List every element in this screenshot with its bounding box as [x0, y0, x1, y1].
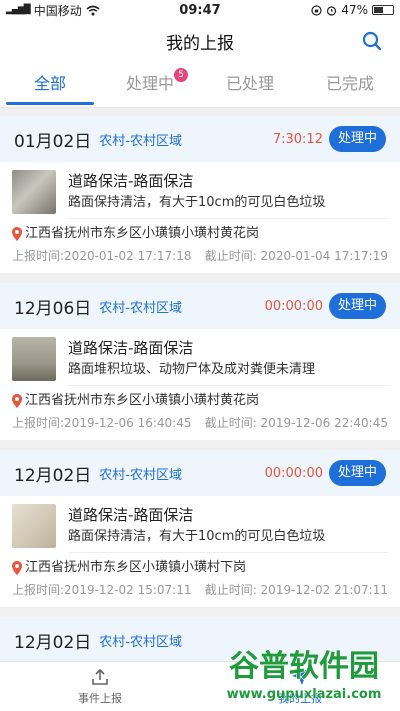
status-badge: 处理中 [328, 293, 386, 319]
report-date: 12月02日 [14, 465, 92, 486]
report-address: 江西省抚州市东乡区小璜镇小璜村黄花岗 [25, 226, 260, 241]
report-address: 江西省抚州市东乡区小璜镇小璜村下岗 [25, 560, 247, 575]
report-photo-thumbnail[interactable] [12, 337, 56, 381]
bottom-tab-bar: 事件上报 我的上报 [0, 661, 400, 711]
location-pin-icon [12, 394, 22, 408]
report-area: 农村-农村区域 [99, 467, 182, 483]
report-title: 道路保洁-路面保洁 [68, 339, 194, 357]
nav-bar: 我的上报 [0, 20, 400, 62]
report-card-header: 12月02日 农村-农村区域 [0, 617, 400, 661]
countdown-timer: 00:00:00 [264, 465, 323, 481]
wifi-icon [86, 5, 100, 15]
report-title: 道路保洁-路面保洁 [68, 172, 194, 190]
search-icon[interactable] [360, 29, 384, 53]
countdown-timer: 00:00:00 [264, 298, 323, 314]
deadline-time: 截止时间: 2020-01-04 17:17:19 [204, 249, 388, 263]
tab-all[interactable]: 全部 [0, 62, 100, 107]
location-pin-icon [12, 561, 22, 575]
countdown-timer: 7:30:12 [272, 131, 323, 147]
deadline-time: 截止时间: 2019-12-02 21:07:11 [204, 583, 388, 597]
report-title: 道路保洁-路面保洁 [68, 506, 194, 524]
page-title: 我的上报 [166, 33, 234, 54]
report-address: 江西省抚州市东乡区小璜镇小璜村黄花岗 [25, 393, 260, 408]
report-card[interactable]: 12月02日 农村-农村区域 00:00:00 处理中 道路保洁-路面保洁 路面… [0, 450, 400, 607]
location-pin-icon [12, 227, 22, 241]
report-date: 12月06日 [14, 298, 92, 319]
report-date: 01月02日 [14, 131, 92, 152]
report-time: 上报时间:2020-01-02 17:17:18 [12, 249, 192, 263]
upload-icon [92, 668, 108, 685]
processing-count-badge: 5 [174, 68, 188, 82]
tabbar-report-event[interactable]: 事件上报 [0, 662, 200, 711]
lock-rotation-icon [311, 4, 322, 16]
report-date: 12月02日 [14, 632, 92, 653]
report-card[interactable]: 01月02日 农村-农村区域 7:30:12 处理中 道路保洁-路面保洁 路面保… [0, 116, 400, 273]
report-list: 01月02日 农村-农村区域 7:30:12 处理中 道路保洁-路面保洁 路面保… [0, 116, 400, 661]
report-description: 路面堆积垃圾、动物尸体及成对粪便未清理 [68, 359, 388, 386]
report-description: 路面保持清洁，有大于10cm的可见白色垃圾 [68, 192, 388, 219]
alarm-icon [327, 5, 337, 16]
deadline-time: 截止时间: 2019-12-06 22:40:45 [204, 416, 388, 430]
battery-percent: 47% [341, 3, 368, 17]
report-area: 农村-农村区域 [99, 634, 182, 650]
report-card[interactable]: 12月06日 农村-农村区域 00:00:00 处理中 道路保洁-路面保洁 路面… [0, 283, 400, 440]
report-area: 农村-农村区域 [99, 300, 182, 316]
tabbar-my-reports[interactable]: 我的上报 [200, 662, 400, 711]
status-badge: 处理中 [328, 460, 386, 486]
report-description: 路面保持清洁，有大于10cm的可见白色垃圾 [68, 526, 388, 553]
report-card-header: 12月02日 农村-农村区域 00:00:00 处理中 [0, 450, 400, 496]
carrier-label: 中国移动 [33, 3, 82, 18]
report-card-header: 01月02日 农村-农村区域 7:30:12 处理中 [0, 116, 400, 162]
status-badge: 处理中 [328, 126, 386, 152]
tab-processed[interactable]: 已处理 [200, 62, 300, 107]
report-photo-thumbnail[interactable] [12, 170, 56, 214]
send-icon [292, 669, 308, 685]
report-time: 上报时间:2019-12-02 15:07:11 [12, 583, 192, 597]
report-area: 农村-农村区域 [99, 133, 182, 149]
tab-processing[interactable]: 处理中 5 [100, 62, 200, 107]
signal-icon: ▂▄▆█ [6, 5, 31, 15]
status-bar: ▂▄▆█ 中国移动 09:47 47% [0, 0, 400, 20]
tab-completed[interactable]: 已完成 [300, 62, 400, 107]
report-card[interactable]: 12月02日 农村-农村区域 [0, 617, 400, 661]
filter-tabs: 全部 处理中 5 已处理 已完成 [0, 62, 400, 108]
report-card-header: 12月06日 农村-农村区域 00:00:00 处理中 [0, 283, 400, 329]
report-time: 上报时间:2019-12-06 16:40:45 [12, 416, 192, 430]
report-photo-thumbnail[interactable] [12, 504, 56, 548]
battery-icon [372, 5, 394, 15]
